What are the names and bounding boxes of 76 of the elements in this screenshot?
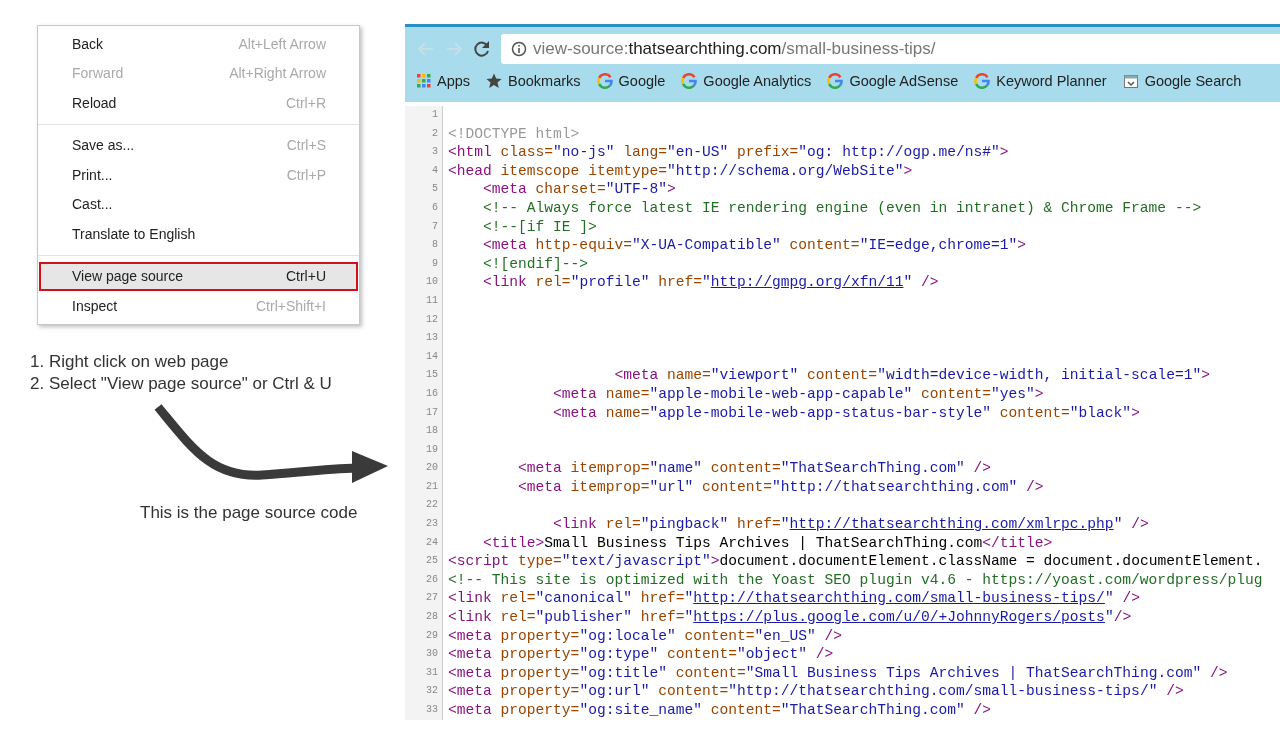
line-number: 33 bbox=[405, 701, 443, 720]
menu-item[interactable]: Print... Ctrl+P bbox=[39, 160, 358, 190]
menu-item[interactable]: View page source Ctrl+U bbox=[39, 261, 358, 291]
bookmark-item[interactable]: Google Search bbox=[1122, 73, 1242, 89]
line-number: 3 bbox=[405, 143, 443, 162]
letter-g-icon bbox=[596, 73, 613, 89]
letter-g-icon bbox=[827, 73, 844, 89]
code-line: <meta property="og:title" content="Small Business Tips Archives | ThatSearchThing.com" /> bbox=[448, 663, 1228, 683]
line-number: 27 bbox=[405, 589, 443, 609]
line-number: 30 bbox=[405, 645, 443, 664]
bookmark-item[interactable]: Google AdSense bbox=[827, 73, 959, 89]
instruction-text: 1. Right click on web page bbox=[30, 350, 230, 373]
code-line: <title>Small Business Tips Archives | ThatSearchThing.com</title> bbox=[482, 533, 1053, 553]
code-line: <!-- Always force latest IE rendering engine (even in intranet) & Chrome Frame --> bbox=[482, 198, 1202, 218]
line-number: 1 bbox=[405, 106, 443, 125]
line-number: 10 bbox=[405, 273, 443, 292]
letter-g-icon bbox=[974, 73, 991, 89]
bookmark-item[interactable]: Google Analytics bbox=[681, 73, 812, 89]
code-line: <head itemscope itemtype="http://schema.org/WebSite"> bbox=[448, 161, 913, 181]
bookmark-item[interactable]: Apps bbox=[417, 73, 471, 89]
line-number: 5 bbox=[405, 180, 443, 199]
bookmark-item[interactable]: Bookmarks bbox=[486, 73, 581, 89]
menu-item[interactable]: Translate to English bbox=[39, 219, 358, 249]
star-icon bbox=[486, 73, 503, 89]
back-arrow-icon[interactable] bbox=[417, 40, 435, 58]
code-line: <meta property="og:locale" content="en_US" /> bbox=[448, 626, 843, 646]
grid-icon bbox=[417, 74, 431, 88]
line-number: 18 bbox=[405, 422, 443, 441]
code-line: <html class="no-js" lang="en-US" prefix="og: http://ogp.me/ns#"> bbox=[448, 143, 1009, 162]
line-number: 13 bbox=[405, 329, 443, 348]
code-line: <script type="text/javascript">document.documentElement.className = document.documentElement. bbox=[448, 552, 1263, 571]
code-line: <link rel="canonical" href="http://thatsearchthing.com/small-business-tips/" /> bbox=[448, 589, 1140, 609]
line-number: 28 bbox=[405, 608, 443, 627]
code-link[interactable]: http://thatsearchthing.com/xmlrpc.php bbox=[789, 516, 1114, 533]
calendar-icon bbox=[1122, 73, 1139, 89]
menu-item[interactable]: Inspect Ctrl+Shift+I bbox=[39, 291, 358, 321]
code-line: <meta name="apple-mobile-web-app-capable" content="yes"> bbox=[552, 384, 1044, 404]
bookmark-item[interactable]: Google bbox=[596, 73, 666, 89]
address-bar[interactable]: view-source:thatsearchthing.com/small-business-tips/ bbox=[501, 34, 1280, 64]
code-link[interactable]: https://plus.google.com/u/0/+JohnnyRogers/posts bbox=[693, 609, 1105, 626]
forward-arrow-icon[interactable] bbox=[445, 40, 463, 58]
line-number: 8 bbox=[405, 236, 443, 255]
code-line: <!-- This site is optimized with the Yoast SEO plugin v4.6 - https://yoast.com/wordpress/plug bbox=[448, 570, 1263, 590]
code-line: <link rel="pingback" href="http://thatsearchthing.com/xmlrpc.php" /> bbox=[552, 515, 1149, 534]
code-line: <meta property="og:site_name" content="ThatSearchThing.com" /> bbox=[448, 701, 991, 720]
code-line: <link rel="publisher" href="https://plus.google.com/u/0/+JohnnyRogers/posts"/> bbox=[448, 608, 1132, 627]
code-link[interactable]: http://gmpg.org/xfn/11 bbox=[710, 274, 904, 291]
menu-item[interactable]: Cast... bbox=[39, 189, 358, 219]
line-number: 25 bbox=[405, 552, 443, 571]
code-line: <meta name="viewport" content="width=device-width, initial-scale=1"> bbox=[613, 366, 1210, 385]
menu-item[interactable]: Reload Ctrl+R bbox=[39, 88, 358, 118]
caption-text: This is the page source code bbox=[140, 502, 359, 523]
menu-item[interactable]: Save as... Ctrl+S bbox=[39, 130, 358, 160]
code-line: <link rel="profile" href="http://gmpg.org/xfn/11" /> bbox=[482, 273, 939, 292]
reload-icon[interactable] bbox=[473, 40, 491, 58]
code-line: <meta charset="UTF-8"> bbox=[482, 180, 676, 199]
line-number: 15 bbox=[405, 366, 443, 385]
letter-g-icon bbox=[681, 73, 698, 89]
code-line: <meta itemprop="url" content="http://thatsearchthing.com" /> bbox=[517, 477, 1044, 497]
code-line: <!--[if IE ]> bbox=[482, 217, 597, 237]
code-line: <meta http-equiv="X-UA-Compatible" content="IE=edge,chrome=1"> bbox=[482, 236, 1027, 255]
code-line: <meta name="apple-mobile-web-app-status-bar-style" content="black"> bbox=[552, 403, 1140, 423]
code-line: <meta itemprop="name" content="ThatSearchThing.com" /> bbox=[517, 459, 991, 478]
line-number: 23 bbox=[405, 515, 443, 534]
code-line: <![endif]--> bbox=[482, 254, 589, 274]
line-number: 20 bbox=[405, 459, 443, 478]
code-line: <meta property="og:type" content="object" /> bbox=[448, 645, 834, 664]
menu-item[interactable]: Back Alt+Left Arrow bbox=[39, 29, 358, 59]
code-line: <!DOCTYPE html> bbox=[448, 124, 580, 144]
code-line: <meta property="og:url" content="http://thatsearchthing.com/small-business-tips/" /> bbox=[448, 682, 1184, 701]
line-number: 22 bbox=[405, 496, 443, 516]
code-link[interactable]: http://thatsearchthing.com/small-business-tips/ bbox=[693, 590, 1105, 607]
instruction-text: 2. Select "View page source" or Ctrl & U bbox=[30, 372, 333, 395]
info-icon bbox=[511, 41, 527, 57]
line-number: 32 bbox=[405, 682, 443, 701]
bookmark-item[interactable]: Keyword Planner bbox=[974, 73, 1107, 89]
